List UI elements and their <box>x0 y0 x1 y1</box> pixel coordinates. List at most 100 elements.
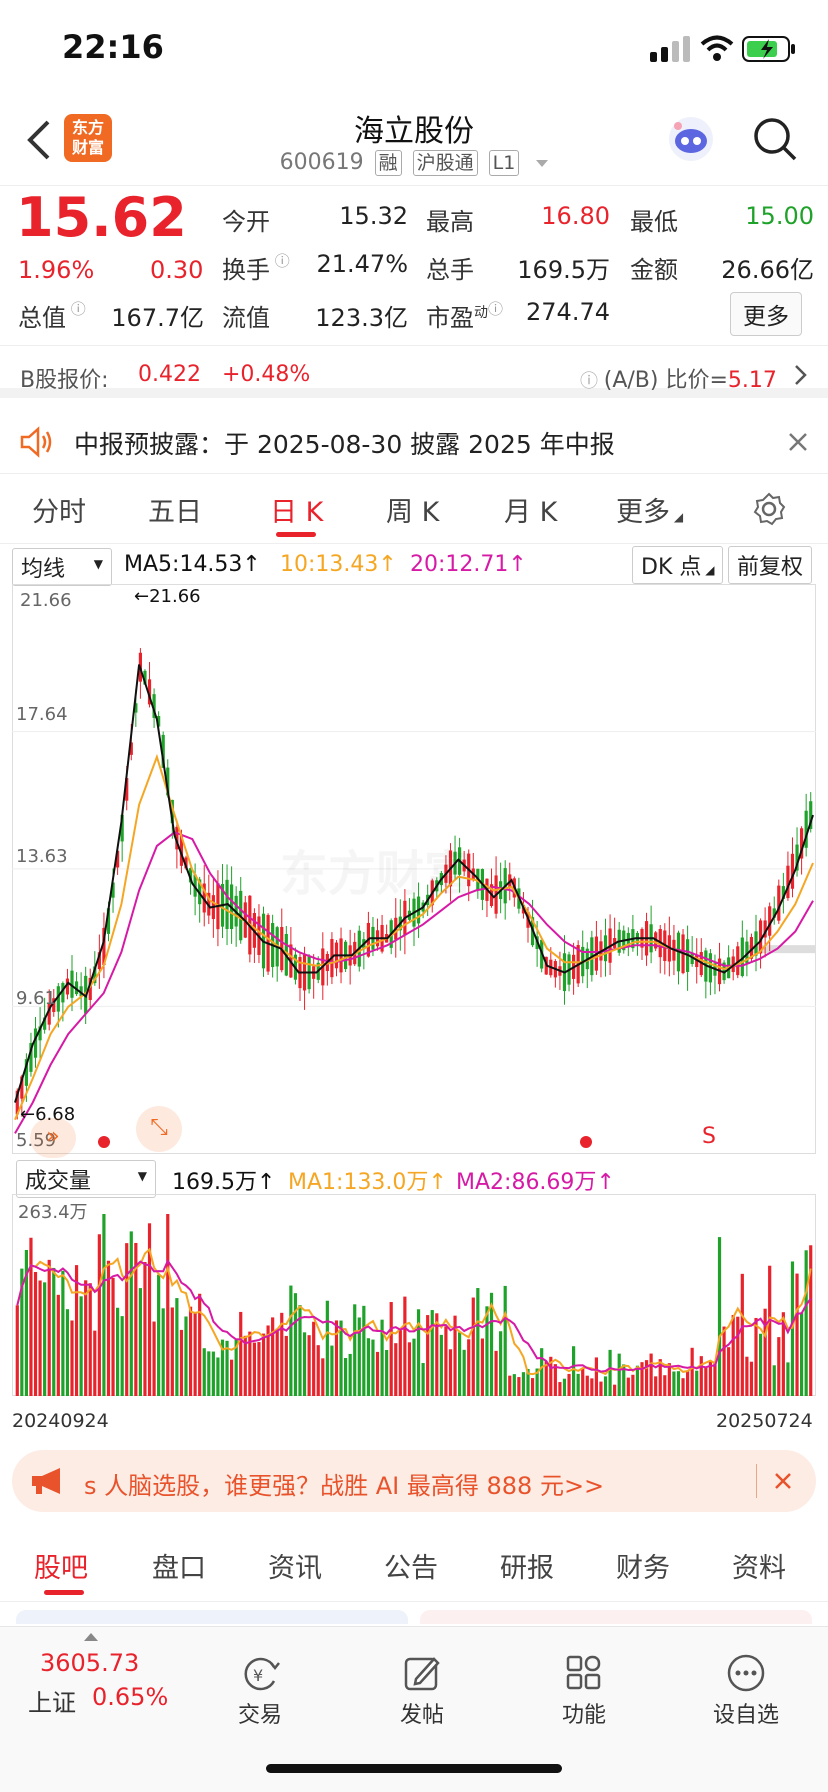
help-icon[interactable]: ⓘ <box>580 371 604 392</box>
more-dots-icon <box>727 1654 765 1692</box>
volume-bar <box>617 1353 621 1396</box>
expand-up-icon[interactable] <box>84 1633 98 1641</box>
adjust-select[interactable]: 前复权 <box>728 546 813 584</box>
tab-daily-k[interactable]: 日 K <box>270 490 323 529</box>
dropdown-icon: ▼ <box>137 1169 147 1183</box>
chart-area: 均线 ▼ MA5:14.53↑ 10:13.43↑ 20:12.71↑ DK 点 … <box>0 544 828 1434</box>
robot-assistant-icon[interactable] <box>666 114 716 164</box>
chevron-right-icon[interactable] <box>794 364 808 386</box>
dropdown-arrow-icon[interactable] <box>536 159 549 167</box>
volume-bar <box>389 1302 393 1396</box>
svg-text:¥: ¥ <box>253 1666 263 1685</box>
y-label-1: 21.66 <box>20 590 72 611</box>
volume-bar <box>727 1347 731 1396</box>
volume-bar <box>344 1358 348 1396</box>
volume-chart[interactable] <box>12 1194 816 1396</box>
volume-bar <box>120 1316 124 1396</box>
tab-research[interactable]: 研报 <box>500 1546 554 1585</box>
tab-announcements[interactable]: 公告 <box>384 1546 438 1585</box>
dk-point-select[interactable]: DK 点 ◢ <box>632 546 724 584</box>
close-icon[interactable] <box>788 432 808 452</box>
tab-financials[interactable]: 财务 <box>616 1546 670 1585</box>
volume-bar <box>590 1378 594 1396</box>
ab-ratio[interactable]: ⓘ (A/B) 比价=5.17 <box>580 362 777 394</box>
volume-bar <box>325 1300 329 1396</box>
turnover-value: 21.47% <box>316 250 408 278</box>
volume-bar <box>626 1377 630 1396</box>
nav-trade[interactable]: ¥ 交易 <box>200 1653 320 1729</box>
volume-bar <box>421 1363 425 1396</box>
tab-intraday[interactable]: 分时 <box>32 490 86 529</box>
high-label: 最高 <box>426 208 474 236</box>
volume-bar <box>521 1372 526 1396</box>
volume-bar <box>581 1367 585 1396</box>
pe-value: 274.74 <box>526 298 610 326</box>
fullscreen-icon[interactable]: ⤡ <box>136 1106 182 1152</box>
grid-icon <box>566 1655 601 1690</box>
tab-news[interactable]: 资讯 <box>268 1546 322 1585</box>
index-name[interactable]: 上证 <box>28 1683 76 1718</box>
volume-bar <box>166 1214 170 1396</box>
nav-add-watchlist[interactable]: 设自选 <box>686 1653 806 1729</box>
volume-bar <box>38 1280 42 1396</box>
volume-bar <box>558 1382 562 1396</box>
nav-bar: 东方 财富 海立股份 600619 融 沪股通 L1 <box>0 96 828 186</box>
b-share-price: 0.422 <box>138 362 201 387</box>
volume-select[interactable]: 成交量 ▼ <box>16 1160 156 1198</box>
notice-bar[interactable]: 中报预披露：于 2025-08-30 披露 2025 年中报 <box>0 408 828 474</box>
volume-bar <box>471 1297 475 1396</box>
turnover-label: 换手 ⓘ <box>222 250 290 285</box>
close-icon[interactable] <box>774 1472 792 1490</box>
volume-bar <box>572 1346 576 1396</box>
volume-bar <box>603 1376 608 1396</box>
tab-profile[interactable]: 资料 <box>732 1546 786 1585</box>
volume-value: 169.5万 <box>517 256 610 284</box>
index-pct[interactable]: 0.65% <box>92 1683 168 1711</box>
ma5-text: MA5:14.53 <box>124 552 243 577</box>
volume-bar <box>439 1334 443 1396</box>
tag-level: L1 <box>488 150 520 176</box>
max-mark-text: 21.66 <box>149 586 201 607</box>
b-share-pct: +0.48% <box>222 362 311 387</box>
volume-bar <box>804 1250 808 1396</box>
search-icon[interactable] <box>752 116 798 162</box>
watermark: 东方财富 <box>280 834 472 904</box>
volume-bar <box>202 1348 206 1396</box>
nav-functions[interactable]: 功能 <box>524 1653 644 1729</box>
tab-weekly-k[interactable]: 周 K <box>386 490 439 529</box>
volume-bar <box>458 1332 462 1396</box>
kline-tabs: 分时 五日 日 K 周 K 月 K 更多 ◢ <box>0 476 828 544</box>
ma20-value: 20:12.71↑ <box>410 552 527 577</box>
volume-bar <box>188 1306 193 1396</box>
volume-bar <box>407 1342 412 1396</box>
volume-bar <box>375 1351 380 1396</box>
index-value[interactable]: 3605.73 <box>40 1649 139 1677</box>
tab-forum[interactable]: 股吧 <box>34 1546 88 1585</box>
collapse-arrow-icon[interactable]: » <box>30 1118 76 1158</box>
info-icon[interactable]: ⓘ <box>270 252 290 270</box>
volume-bar <box>690 1347 694 1396</box>
volume-bar <box>143 1261 147 1396</box>
settings-gear-icon[interactable] <box>752 492 786 526</box>
more-button[interactable]: 更多 <box>730 292 802 336</box>
volume-bar <box>444 1326 448 1396</box>
volume-bar <box>795 1273 799 1396</box>
tab-orderbook[interactable]: 盘口 <box>152 1546 206 1585</box>
volume-bar <box>394 1343 398 1396</box>
volume-bar <box>275 1328 279 1396</box>
dk-label: DK 点 <box>641 555 702 580</box>
ma-select[interactable]: 均线 ▼ <box>12 548 112 586</box>
tab-monthly-k[interactable]: 月 K <box>504 490 557 529</box>
vol-ma2-text: MA2:86.69万 <box>456 1170 597 1195</box>
volume-bar <box>157 1274 161 1396</box>
nav-post[interactable]: 发帖 <box>362 1653 482 1729</box>
volume-bar <box>316 1345 320 1396</box>
info-icon[interactable]: ⓘ <box>66 300 86 318</box>
volume-bar <box>768 1265 772 1396</box>
home-indicator <box>266 1764 562 1773</box>
tab-more[interactable]: 更多 ◢ <box>616 490 683 529</box>
volume-bar <box>74 1265 79 1396</box>
amount-value: 26.66亿 <box>721 256 814 284</box>
tab-five-day[interactable]: 五日 <box>148 490 202 529</box>
promo-banner[interactable]: s 人脑选股，谁更强？战胜 AI 最高得 888 元>> <box>12 1450 816 1512</box>
